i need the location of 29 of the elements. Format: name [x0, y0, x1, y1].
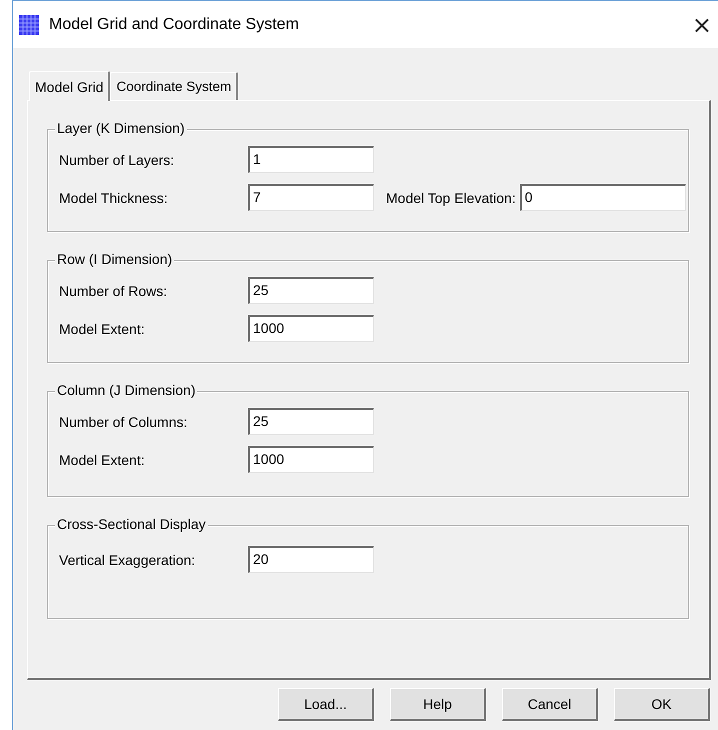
tab[interactable]: Coordinate System — [110, 72, 238, 100]
field-label: Model Thickness: — [59, 190, 169, 206]
field-label: Model Extent: — [59, 452, 146, 468]
dialog-button[interactable]: OK — [614, 688, 710, 721]
input-field[interactable]: 1 — [248, 146, 374, 173]
tab[interactable]: Model Grid — [29, 71, 110, 101]
grid-icon — [19, 14, 39, 34]
input-field[interactable]: 7 — [248, 184, 374, 211]
input-field[interactable]: 20 — [248, 546, 374, 573]
input-field[interactable]: 0 — [520, 184, 686, 211]
input-field[interactable]: 1000 — [248, 315, 374, 342]
group-title: Cross-Sectional Display — [55, 516, 208, 532]
field-label: Vertical Exaggeration: — [59, 552, 196, 568]
group-title: Row (I Dimension) — [55, 251, 174, 267]
window-title: Model Grid and Coordinate System — [49, 16, 299, 34]
field-label: Number of Rows: — [59, 282, 168, 298]
group-title: Column (J Dimension) — [55, 382, 198, 398]
close-button[interactable]: × — [688, 10, 716, 38]
input-field[interactable]: 1000 — [248, 446, 374, 473]
field-label: Number of Columns: — [59, 414, 188, 430]
input-field[interactable]: 25 — [248, 408, 374, 435]
dialog-button[interactable]: Help — [390, 688, 486, 721]
field-label: Model Top Elevation: — [386, 190, 516, 206]
dialog-button[interactable]: Cancel — [502, 688, 598, 721]
field-label: Number of Layers: — [59, 152, 176, 168]
dialog-button[interactable]: Load... — [278, 688, 374, 721]
input-field[interactable]: 25 — [248, 277, 374, 304]
group-title: Layer (K Dimension) — [55, 120, 187, 136]
field-label: Model Extent: — [59, 320, 146, 336]
